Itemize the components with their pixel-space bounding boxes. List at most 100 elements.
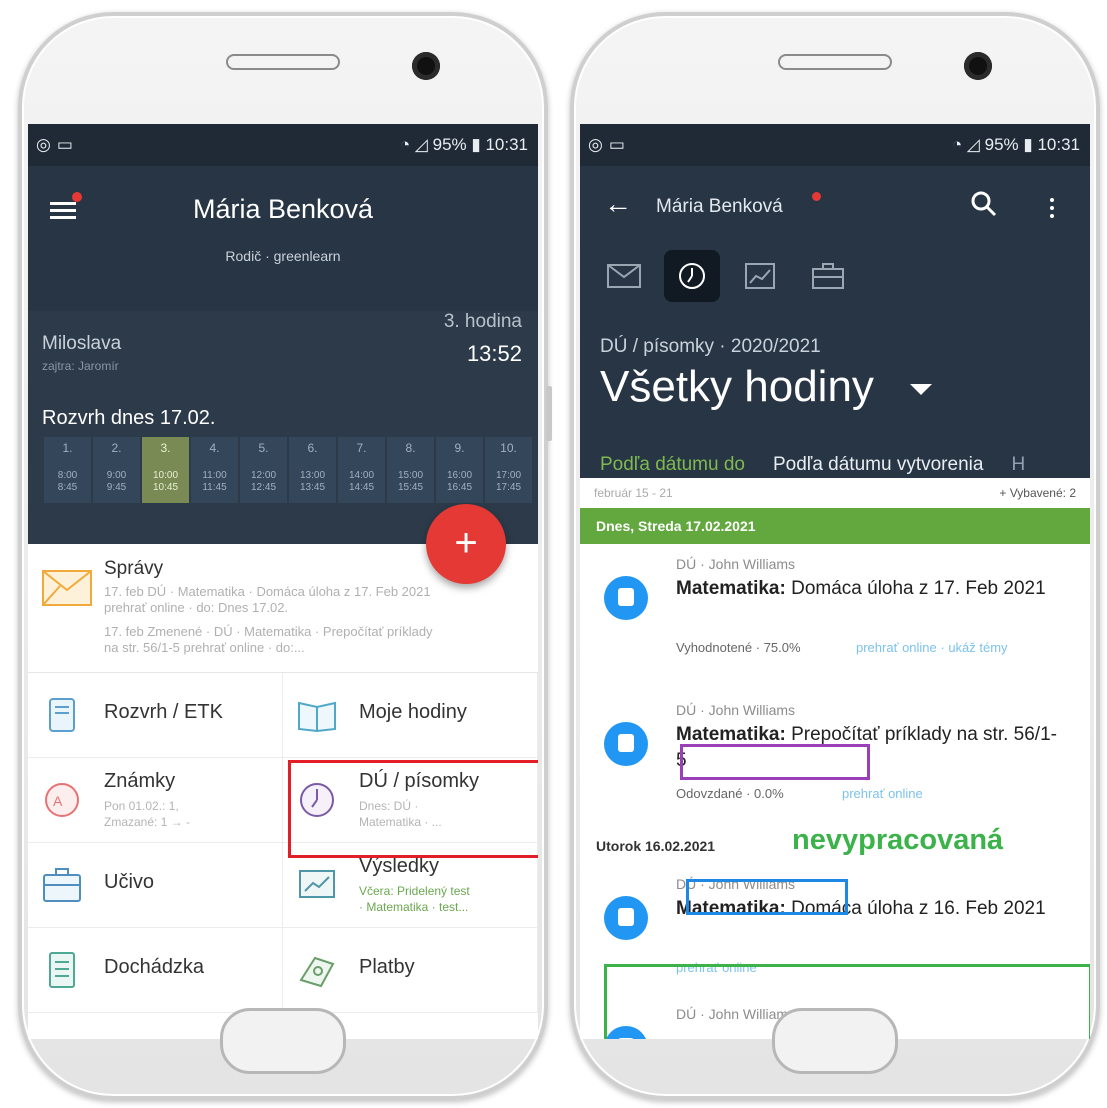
homework-avatar-icon [604,896,648,940]
whatsapp-icon: ◎ [36,135,51,154]
grade-icon: A [45,783,79,817]
schedule-cell[interactable]: 4. 11:00 11:45 [191,437,238,503]
home-button[interactable] [220,1008,346,1074]
day-header-yesterday: Utorok 16.02.2021 nevypracovaná [580,824,1090,864]
search-icon[interactable] [970,190,998,218]
item-subject: Matematika: [676,578,786,599]
item-title: Matematika: Domáca úloha z 17. Feb 2021 [676,576,1066,602]
profile-header: Mária Benková Rodič · greenlearn [28,166,538,311]
status-badge: Odovzdané · 0.0% [676,786,784,801]
filter-bar: február 15 - 21 + Vybavené: 2 [580,478,1090,508]
tile-label: Učivo [104,871,155,893]
message-line[interactable]: 17. feb Zmenené · DÚ · Matematika · Prep… [104,624,444,656]
tile-platby[interactable]: Platby [283,928,538,1013]
lesson-number: 2. [111,441,122,455]
sort-tabs: Podľa dátumu do Podľa dátumu vytvorenia … [600,454,1025,476]
tile-dochadzka[interactable]: Dochádzka [28,928,283,1013]
schedule-cell[interactable]: 8. 15:00 15:45 [387,437,434,503]
child-name[interactable]: Miloslava [42,333,121,355]
schedule-cell[interactable]: 5. 12:00 12:45 [240,437,287,503]
lesson-number: 6. [307,441,318,455]
lesson-end: 17:45 [495,482,522,493]
schedule-cell[interactable]: 1. 8:00 8:45 [44,437,91,503]
item-links[interactable]: prehrať online [842,786,923,801]
tab-curriculum[interactable] [800,250,856,302]
screen-icon: ▭ [56,135,73,154]
lesson-start: 10:00 [152,470,179,481]
lesson-start: 14:00 [348,470,375,481]
status-bar: ◎ ▭ ◔ ◿ 95% ▮ 10:31 [580,124,1090,166]
battery-icon: ▮ [1023,135,1038,154]
lesson-end: 9:45 [106,482,127,493]
dropdown-caret-icon[interactable] [910,384,932,395]
schedule-cell[interactable]: 6. 13:00 13:45 [289,437,336,503]
tile-sub: Pon 01.02.: 1, Zmazané: 1 → - [104,799,191,829]
tab-messages[interactable] [596,250,652,302]
schedule-icon [49,698,75,732]
lesson-number: 3. [160,441,171,455]
lesson-start: 12:00 [250,470,277,481]
highlight-submitted [686,879,848,915]
notification-dot [812,192,821,201]
payments-icon [299,956,335,988]
user-name[interactable]: Mária Benková [656,196,783,218]
day-header-today: Dnes, Streda 17.02.2021 [580,508,1090,544]
user-role: Rodič · greenlearn [225,248,341,264]
front-camera [412,52,440,80]
lesson-end: 16:45 [446,482,473,493]
lesson-end: 15:45 [397,482,424,493]
homework-avatar-icon [604,722,648,766]
schedule-cell[interactable]: 9. 16:00 16:45 [436,437,483,503]
battery-icon: ▮ [471,135,486,154]
mail-icon [42,570,92,606]
book-icon [298,701,336,733]
schedule-cell[interactable]: 3. 10:00 10:45 [142,437,189,503]
tab-by-due-date[interactable]: Podľa dátumu do [600,454,745,476]
message-line[interactable]: 17. feb DÚ · Matematika · Domáca úloha z… [104,584,444,616]
lesson-start: 8:00 [57,470,78,481]
lesson-end: 8:45 [57,482,78,493]
screen-right: ◎ ▭ ◔ ◿ 95% ▮ 10:31 ← Mária Benková DÚ /… [580,124,1090,1039]
tile-moje-hodiny[interactable]: Moje hodiny [283,673,538,758]
lesson-start: 13:00 [299,470,326,481]
lesson-number: 5. [258,441,269,455]
clock-icon [679,263,705,289]
lesson-start: 15:00 [397,470,424,481]
item-links[interactable]: prehrať online · ukáž témy [856,640,1008,655]
whatsapp-icon: ◎ [588,135,603,154]
status-badge: Vyhodnotené · 75.0% [676,640,801,655]
lesson-number: 4. [209,441,220,455]
more-vert-icon[interactable] [1050,194,1054,222]
schedule-cell[interactable]: 2. 9:00 9:45 [93,437,140,503]
item-meta: DÚ · John Williams [676,702,796,718]
schedule-cell[interactable]: 7. 14:00 14:45 [338,437,385,503]
briefcase-icon [43,868,81,902]
add-button[interactable]: + [426,504,506,584]
tab-more[interactable]: H [1011,454,1025,476]
tab-homework[interactable] [664,250,720,302]
tile-rozvrh[interactable]: Rozvrh / ETK [28,673,283,758]
clock: 10:31 [1037,135,1080,154]
chart-icon [299,870,335,898]
tab-results[interactable] [732,250,788,302]
earpiece-speaker [778,54,892,70]
schedule-grid[interactable]: 1. 8:00 8:45 2. 9:00 9:45 3. 10:00 10:45 4. 11:00 1… [44,437,534,503]
page-title[interactable]: Všetky hodiny [600,362,874,412]
app-bar: ← Mária Benková DÚ / písomky · 2020/2021… [580,166,1090,478]
tile-ucivo[interactable]: Učivo [28,843,283,928]
side-button [546,386,552,441]
chart-icon [745,263,775,289]
lesson-end: 10:45 [152,482,179,493]
current-hour: 3. hodina [443,311,522,332]
date-range[interactable]: február 15 - 21 [594,486,673,500]
current-time: 13:52 [466,341,522,366]
tile-znamky[interactable]: A Známky Pon 01.02.: 1, Zmazané: 1 → - [28,758,283,843]
annotation-label: nevypracovaná [792,824,1004,856]
back-arrow-icon[interactable]: ← [604,188,632,220]
list-item[interactable]: DÚ · John Williams Matematika: Domáca úl… [580,544,1090,690]
selected-count[interactable]: + Vybavené: 2 [999,486,1076,500]
tab-by-created-date[interactable]: Podľa dátumu vytvorenia [773,454,983,476]
schedule-cell[interactable]: 10. 17:00 17:45 [485,437,532,503]
tile-sub: Včera: Pridelený test · Matematika · tes… [359,884,470,914]
phone-right: ◎ ▭ ◔ ◿ 95% ▮ 10:31 ← Mária Benková DÚ /… [570,12,1100,1100]
